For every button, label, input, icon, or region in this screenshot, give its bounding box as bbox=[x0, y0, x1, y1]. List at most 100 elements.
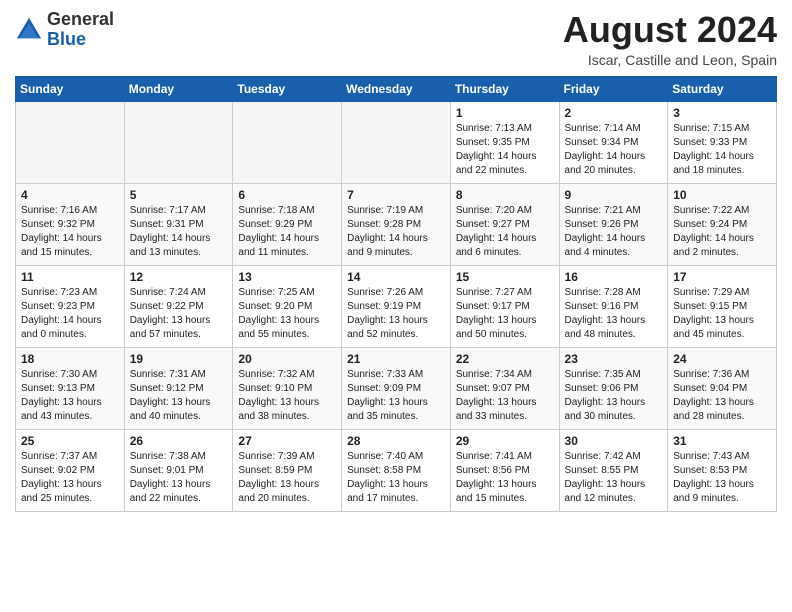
cell-content: Sunrise: 7:15 AM Sunset: 9:33 PM Dayligh… bbox=[673, 122, 771, 178]
day-number: 31 bbox=[673, 434, 771, 448]
calendar-cell: 6 Sunrise: 7:18 AM Sunset: 9:29 PM Daylig… bbox=[233, 183, 342, 265]
cell-content: Sunrise: 7:40 AM Sunset: 8:58 PM Dayligh… bbox=[347, 450, 445, 506]
day-number: 11 bbox=[21, 270, 119, 284]
cell-content: Sunrise: 7:19 AM Sunset: 9:28 PM Dayligh… bbox=[347, 204, 445, 260]
cell-content: Sunrise: 7:16 AM Sunset: 9:32 PM Dayligh… bbox=[21, 204, 119, 260]
day-header-monday: Monday bbox=[124, 76, 233, 101]
day-number: 18 bbox=[21, 352, 119, 366]
day-number: 13 bbox=[238, 270, 336, 284]
cell-content: Sunrise: 7:25 AM Sunset: 9:20 PM Dayligh… bbox=[238, 286, 336, 342]
day-number: 1 bbox=[456, 106, 554, 120]
day-number: 22 bbox=[456, 352, 554, 366]
cell-content: Sunrise: 7:22 AM Sunset: 9:24 PM Dayligh… bbox=[673, 204, 771, 260]
cell-content: Sunrise: 7:35 AM Sunset: 9:06 PM Dayligh… bbox=[565, 368, 663, 424]
day-number: 14 bbox=[347, 270, 445, 284]
cell-content: Sunrise: 7:39 AM Sunset: 8:59 PM Dayligh… bbox=[238, 450, 336, 506]
day-number: 8 bbox=[456, 188, 554, 202]
day-number: 12 bbox=[130, 270, 228, 284]
calendar-cell: 27 Sunrise: 7:39 AM Sunset: 8:59 PM Dayli… bbox=[233, 429, 342, 511]
location-subtitle: Iscar, Castille and Leon, Spain bbox=[563, 52, 777, 68]
calendar-cell: 11 Sunrise: 7:23 AM Sunset: 9:23 PM Dayli… bbox=[16, 265, 125, 347]
calendar-cell: 25Sunrise: 7:37 AM Sunset: 9:02 PM Dayli… bbox=[16, 429, 125, 511]
calendar-cell: 18 Sunrise: 7:30 AM Sunset: 9:13 PM Dayli… bbox=[16, 347, 125, 429]
day-number: 26 bbox=[130, 434, 228, 448]
calendar-cell bbox=[342, 101, 451, 183]
day-header-saturday: Saturday bbox=[668, 76, 777, 101]
day-header-wednesday: Wednesday bbox=[342, 76, 451, 101]
cell-content: Sunrise: 7:27 AM Sunset: 9:17 PM Dayligh… bbox=[456, 286, 554, 342]
calendar-cell: 2Sunrise: 7:14 AM Sunset: 9:34 PM Daylig… bbox=[559, 101, 668, 183]
day-number: 17 bbox=[673, 270, 771, 284]
cell-content: Sunrise: 7:32 AM Sunset: 9:10 PM Dayligh… bbox=[238, 368, 336, 424]
cell-content: Sunrise: 7:18 AM Sunset: 9:29 PM Dayligh… bbox=[238, 204, 336, 260]
cell-content: Sunrise: 7:21 AM Sunset: 9:26 PM Dayligh… bbox=[565, 204, 663, 260]
calendar-cell: 14Sunrise: 7:26 AM Sunset: 9:19 PM Dayli… bbox=[342, 265, 451, 347]
calendar-week-1: 1 Sunrise: 7:13 AM Sunset: 9:35 PM Daylig… bbox=[16, 101, 777, 183]
day-number: 29 bbox=[456, 434, 554, 448]
calendar-cell: 1 Sunrise: 7:13 AM Sunset: 9:35 PM Daylig… bbox=[450, 101, 559, 183]
calendar-week-4: 18 Sunrise: 7:30 AM Sunset: 9:13 PM Dayli… bbox=[16, 347, 777, 429]
cell-content: Sunrise: 7:31 AM Sunset: 9:12 PM Dayligh… bbox=[130, 368, 228, 424]
calendar-cell bbox=[124, 101, 233, 183]
calendar-week-5: 25Sunrise: 7:37 AM Sunset: 9:02 PM Dayli… bbox=[16, 429, 777, 511]
day-number: 30 bbox=[565, 434, 663, 448]
cell-content: Sunrise: 7:41 AM Sunset: 8:56 PM Dayligh… bbox=[456, 450, 554, 506]
logo-icon bbox=[15, 16, 43, 44]
cell-content: Sunrise: 7:20 AM Sunset: 9:27 PM Dayligh… bbox=[456, 204, 554, 260]
calendar-cell: 26 Sunrise: 7:38 AM Sunset: 9:01 PM Dayli… bbox=[124, 429, 233, 511]
day-number: 9 bbox=[565, 188, 663, 202]
day-number: 28 bbox=[347, 434, 445, 448]
cell-content: Sunrise: 7:42 AM Sunset: 8:55 PM Dayligh… bbox=[565, 450, 663, 506]
calendar-cell: 4Sunrise: 7:16 AM Sunset: 9:32 PM Daylig… bbox=[16, 183, 125, 265]
title-block: August 2024 Iscar, Castille and Leon, Sp… bbox=[563, 10, 777, 68]
logo-general-text: General bbox=[47, 9, 114, 29]
calendar-week-2: 4Sunrise: 7:16 AM Sunset: 9:32 PM Daylig… bbox=[16, 183, 777, 265]
cell-content: Sunrise: 7:28 AM Sunset: 9:16 PM Dayligh… bbox=[565, 286, 663, 342]
day-number: 27 bbox=[238, 434, 336, 448]
day-number: 15 bbox=[456, 270, 554, 284]
calendar-cell: 24Sunrise: 7:36 AM Sunset: 9:04 PM Dayli… bbox=[668, 347, 777, 429]
day-number: 2 bbox=[565, 106, 663, 120]
day-header-tuesday: Tuesday bbox=[233, 76, 342, 101]
calendar-cell: 19Sunrise: 7:31 AM Sunset: 9:12 PM Dayli… bbox=[124, 347, 233, 429]
calendar-cell: 13 Sunrise: 7:25 AM Sunset: 9:20 PM Dayli… bbox=[233, 265, 342, 347]
cell-content: Sunrise: 7:34 AM Sunset: 9:07 PM Dayligh… bbox=[456, 368, 554, 424]
day-number: 5 bbox=[130, 188, 228, 202]
cell-content: Sunrise: 7:17 AM Sunset: 9:31 PM Dayligh… bbox=[130, 204, 228, 260]
calendar-table: SundayMondayTuesdayWednesdayThursdayFrid… bbox=[15, 76, 777, 512]
calendar-cell: 10 Sunrise: 7:22 AM Sunset: 9:24 PM Dayli… bbox=[668, 183, 777, 265]
calendar-cell bbox=[233, 101, 342, 183]
calendar-cell: 31 Sunrise: 7:43 AM Sunset: 8:53 PM Dayli… bbox=[668, 429, 777, 511]
day-number: 6 bbox=[238, 188, 336, 202]
day-number: 16 bbox=[565, 270, 663, 284]
day-header-sunday: Sunday bbox=[16, 76, 125, 101]
page-header: General Blue August 2024 Iscar, Castille… bbox=[15, 10, 777, 68]
calendar-cell: 16 Sunrise: 7:28 AM Sunset: 9:16 PM Dayli… bbox=[559, 265, 668, 347]
calendar-cell: 29 Sunrise: 7:41 AM Sunset: 8:56 PM Dayli… bbox=[450, 429, 559, 511]
logo-blue-text: Blue bbox=[47, 29, 86, 49]
cell-content: Sunrise: 7:43 AM Sunset: 8:53 PM Dayligh… bbox=[673, 450, 771, 506]
calendar-header-row: SundayMondayTuesdayWednesdayThursdayFrid… bbox=[16, 76, 777, 101]
cell-content: Sunrise: 7:24 AM Sunset: 9:22 PM Dayligh… bbox=[130, 286, 228, 342]
day-header-friday: Friday bbox=[559, 76, 668, 101]
month-title: August 2024 bbox=[563, 10, 777, 50]
cell-content: Sunrise: 7:23 AM Sunset: 9:23 PM Dayligh… bbox=[21, 286, 119, 342]
day-number: 20 bbox=[238, 352, 336, 366]
day-number: 3 bbox=[673, 106, 771, 120]
calendar-cell: 17 Sunrise: 7:29 AM Sunset: 9:15 PM Dayli… bbox=[668, 265, 777, 347]
cell-content: Sunrise: 7:30 AM Sunset: 9:13 PM Dayligh… bbox=[21, 368, 119, 424]
day-header-thursday: Thursday bbox=[450, 76, 559, 101]
cell-content: Sunrise: 7:13 AM Sunset: 9:35 PM Dayligh… bbox=[456, 122, 554, 178]
calendar-cell: 30 Sunrise: 7:42 AM Sunset: 8:55 PM Dayli… bbox=[559, 429, 668, 511]
cell-content: Sunrise: 7:29 AM Sunset: 9:15 PM Dayligh… bbox=[673, 286, 771, 342]
calendar-cell: 23Sunrise: 7:35 AM Sunset: 9:06 PM Dayli… bbox=[559, 347, 668, 429]
calendar-cell: 28 Sunrise: 7:40 AM Sunset: 8:58 PM Dayli… bbox=[342, 429, 451, 511]
day-number: 21 bbox=[347, 352, 445, 366]
calendar-cell: 21Sunrise: 7:33 AM Sunset: 9:09 PM Dayli… bbox=[342, 347, 451, 429]
day-number: 10 bbox=[673, 188, 771, 202]
cell-content: Sunrise: 7:37 AM Sunset: 9:02 PM Dayligh… bbox=[21, 450, 119, 506]
calendar-cell: 7Sunrise: 7:19 AM Sunset: 9:28 PM Daylig… bbox=[342, 183, 451, 265]
cell-content: Sunrise: 7:38 AM Sunset: 9:01 PM Dayligh… bbox=[130, 450, 228, 506]
calendar-week-3: 11 Sunrise: 7:23 AM Sunset: 9:23 PM Dayli… bbox=[16, 265, 777, 347]
calendar-body: 1 Sunrise: 7:13 AM Sunset: 9:35 PM Daylig… bbox=[16, 101, 777, 511]
